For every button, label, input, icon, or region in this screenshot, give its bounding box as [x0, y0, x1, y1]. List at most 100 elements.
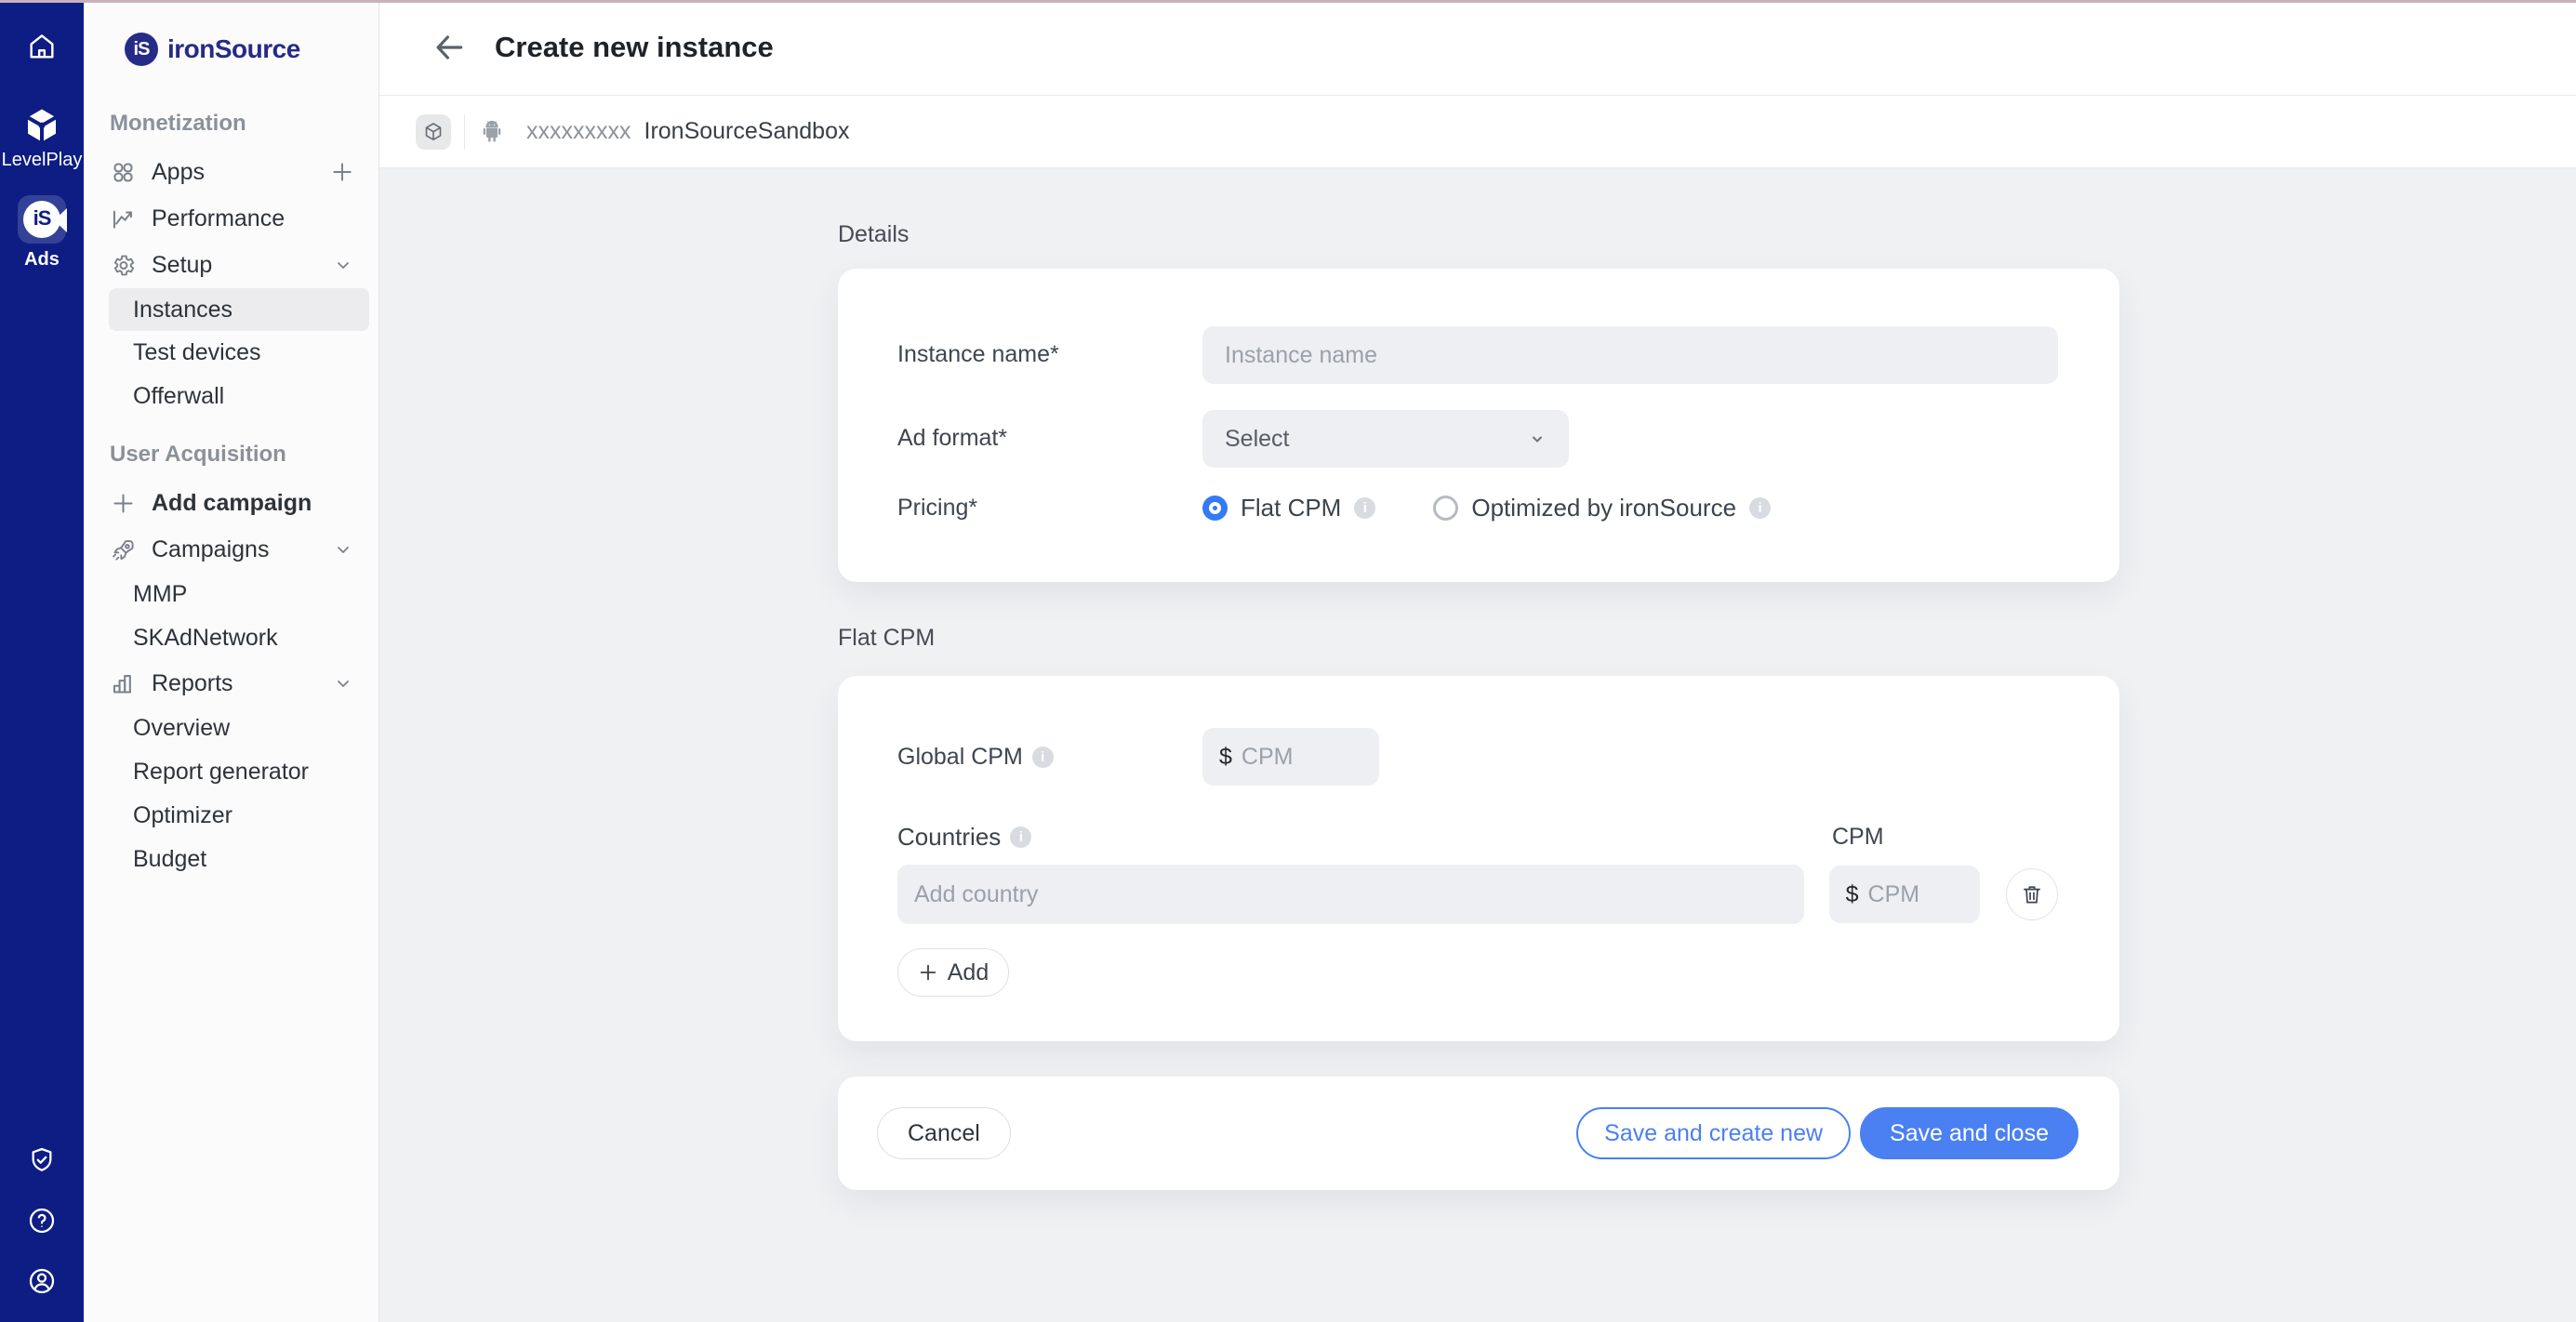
global-cpm-input-wrap: $ — [1202, 728, 1379, 786]
breadcrumb: xxxxxxxxx IronSourceSandbox — [379, 96, 2576, 168]
add-button-label: Add — [948, 959, 989, 986]
country-input-wrap — [897, 865, 1804, 924]
account-icon[interactable] — [27, 1266, 57, 1296]
chevron-down-icon[interactable] — [332, 672, 354, 694]
page-header: Create new instance — [379, 0, 2576, 96]
rail-item-ads[interactable]: iS Ads — [18, 195, 66, 271]
optimized-radio[interactable] — [1433, 496, 1458, 521]
rail-label-levelplay: LevelPlay — [2, 150, 83, 171]
ironsource-logo-text: ironSource — [167, 34, 300, 64]
info-icon[interactable]: i — [1354, 497, 1375, 519]
window-top-border — [0, 0, 2576, 3]
details-card: Instance name* Ad format* Select — [838, 269, 2119, 582]
trash-icon — [2020, 882, 2044, 906]
sidebar-item-campaigns[interactable]: Campaigns — [84, 526, 378, 573]
ad-format-select[interactable]: Select — [1202, 410, 1569, 468]
sidebar-item-budget[interactable]: Budget — [84, 838, 378, 881]
divider — [464, 114, 465, 150]
info-icon[interactable]: i — [1032, 747, 1054, 768]
flat-cpm-radio[interactable] — [1202, 496, 1228, 521]
country-cpm-input[interactable] — [1868, 881, 1933, 908]
performance-chart-icon — [110, 206, 136, 231]
cancel-button[interactable]: Cancel — [877, 1107, 1011, 1159]
chevron-down-icon[interactable] — [332, 254, 354, 276]
country-cpm-input-wrap: $ — [1829, 866, 1981, 923]
sidebar-item-offerwall[interactable]: Offerwall — [84, 375, 378, 418]
sidebar-item-optimizer[interactable]: Optimizer — [84, 794, 378, 838]
pricing-label: Pricing* — [897, 495, 1202, 522]
instance-name-label: Instance name* — [897, 326, 1202, 384]
page: LevelPlay iS Ads iS — [0, 0, 2576, 1322]
flat-cpm-section-title: Flat CPM — [838, 625, 2576, 652]
security-shield-icon[interactable] — [27, 1145, 57, 1175]
app-cube-icon — [416, 114, 451, 150]
sidebar-item-performance[interactable]: Performance — [84, 195, 378, 242]
instance-name-row: Instance name* — [897, 326, 2058, 384]
currency-symbol: $ — [1219, 744, 1232, 771]
global-cpm-row: Global CPM i $ — [897, 728, 2058, 786]
rocket-icon — [110, 537, 136, 562]
ad-format-selected-value: Select — [1225, 426, 1289, 453]
rail-label-ads: Ads — [24, 249, 60, 271]
app-id: xxxxxxxxx — [526, 118, 631, 145]
currency-symbol: $ — [1846, 881, 1859, 908]
sidebar-item-apps[interactable]: Apps — [84, 149, 378, 195]
sidebar-item-reports[interactable]: Reports — [84, 660, 378, 707]
add-country-input[interactable] — [914, 881, 1787, 908]
info-icon[interactable]: i — [1749, 497, 1771, 519]
required-mark: * — [1050, 341, 1059, 367]
countries-header-row: Countries i CPM — [897, 823, 2058, 852]
sidebar-item-test-devices[interactable]: Test devices — [84, 331, 378, 375]
sidebar-item-overview[interactable]: Overview — [84, 707, 378, 750]
sidebar-item-add-campaign[interactable]: Add campaign — [84, 480, 378, 526]
help-icon[interactable] — [27, 1206, 57, 1236]
sidebar-item-mmp[interactable]: MMP — [84, 573, 378, 616]
sidebar-item-skadnetwork[interactable]: SKAdNetwork — [84, 616, 378, 660]
home-icon[interactable] — [26, 31, 58, 62]
sidebar-item-instances[interactable]: Instances — [109, 288, 369, 331]
section-user-acquisition: User Acquisition — [84, 430, 378, 480]
footer-actions-card: Cancel Save and create new Save and clos… — [838, 1077, 2119, 1190]
sidebar-item-setup[interactable]: Setup — [84, 242, 378, 288]
ad-format-label: Ad format* — [897, 410, 1202, 468]
apps-grid-icon — [110, 160, 136, 185]
instance-name-input[interactable] — [1225, 342, 2036, 369]
optimized-radio-label[interactable]: Optimized by ironSource — [1471, 494, 1736, 522]
plus-icon — [110, 491, 136, 516]
country-cpm-row: $ — [897, 865, 2058, 924]
setup-gear-icon — [110, 253, 136, 278]
sidebar-item-report-generator[interactable]: Report generator — [84, 750, 378, 794]
save-close-button[interactable]: Save and close — [1860, 1107, 2078, 1159]
ad-format-row: Ad format* Select — [897, 410, 2058, 468]
back-arrow-button[interactable] — [432, 30, 467, 65]
cpm-column-label: CPM — [1832, 824, 1884, 851]
save-create-new-button[interactable]: Save and create new — [1576, 1107, 1851, 1159]
chevron-down-icon — [1526, 428, 1548, 450]
add-app-icon[interactable] — [330, 160, 354, 184]
add-country-button[interactable]: Add — [897, 948, 1009, 997]
instance-name-input-wrap — [1202, 326, 2058, 384]
details-section-title: Details — [838, 221, 2576, 248]
sidebar: iS ironSource Monetization Apps Performa… — [84, 0, 379, 1322]
info-icon[interactable]: i — [1010, 826, 1031, 848]
section-monetization: Monetization — [84, 99, 378, 149]
main-area: Create new instance xxxxxxxxx IronSource… — [379, 0, 2576, 1322]
pricing-row: Pricing* Flat CPM i Optimized by ironSou… — [897, 494, 2058, 522]
global-cpm-input[interactable] — [1242, 744, 1325, 771]
android-icon — [478, 118, 506, 146]
content: Details Instance name* Ad format* Select — [379, 168, 2576, 1322]
delete-row-button[interactable] — [2006, 868, 2058, 920]
page-title: Create new instance — [495, 31, 774, 64]
rail-item-levelplay[interactable]: LevelPlay — [2, 107, 83, 171]
app-name: IronSourceSandbox — [644, 118, 850, 145]
ironsource-logo[interactable]: iS ironSource — [84, 0, 378, 99]
ironsource-logo-icon: iS — [125, 33, 158, 66]
countries-label: Countries i — [897, 823, 1832, 852]
chevron-down-icon[interactable] — [332, 538, 354, 561]
active-notch — [54, 208, 67, 232]
flat-cpm-card: Global CPM i $ Countries i CPM — [838, 676, 2119, 1041]
flat-cpm-radio-label[interactable]: Flat CPM — [1241, 494, 1341, 522]
plus-icon — [918, 962, 938, 983]
global-cpm-label: Global CPM i — [897, 744, 1202, 771]
reports-bars-icon — [110, 671, 136, 696]
